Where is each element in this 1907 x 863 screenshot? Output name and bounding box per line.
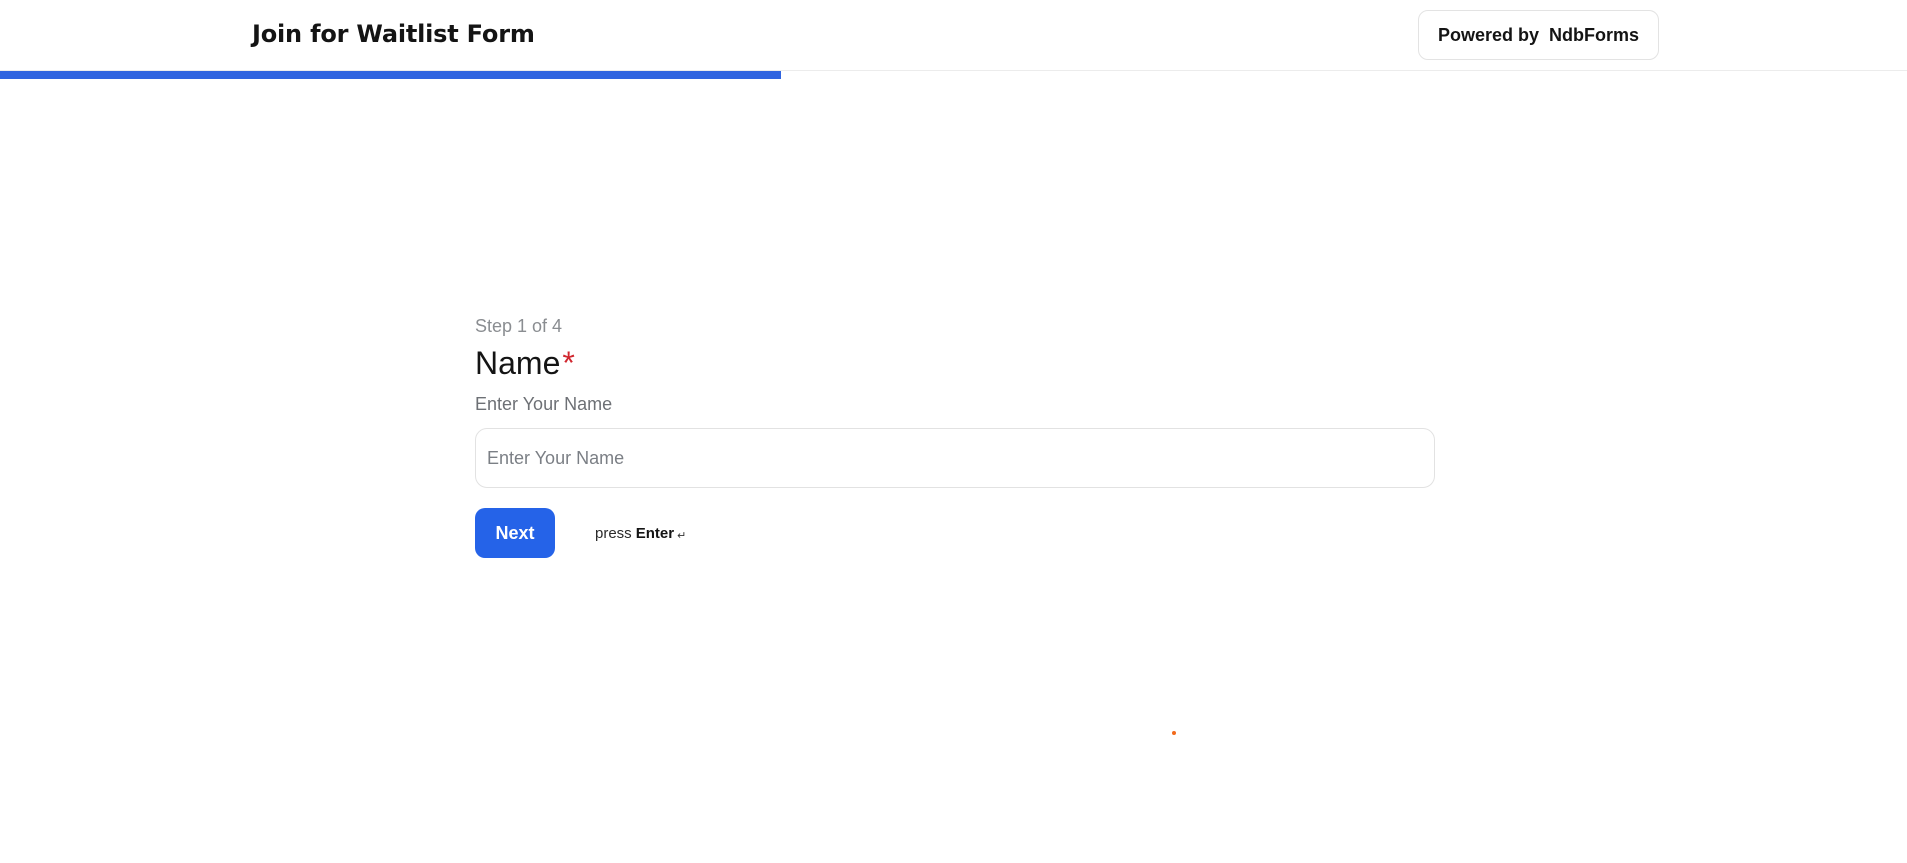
progress-bar-fill	[0, 71, 781, 79]
form-title: Join for Waitlist Form	[252, 20, 535, 48]
name-input[interactable]	[475, 428, 1435, 488]
question-section: Step 1 of 4 Name* Enter Your Name Next p…	[475, 316, 1435, 558]
keyboard-hint: press Enter ↵	[595, 525, 686, 542]
next-button[interactable]: Next	[475, 508, 555, 558]
question-description: Enter Your Name	[475, 394, 613, 414]
powered-by-button[interactable]: Powered by NdbForms	[1418, 10, 1659, 60]
powered-by-label: Powered by	[1437, 24, 1540, 45]
powered-by-brand: NdbForms	[1549, 24, 1640, 45]
progress-bar	[0, 71, 1907, 79]
hint-key: Enter	[635, 524, 675, 542]
enter-return-icon: ↵	[677, 529, 687, 542]
top-header: Join for Waitlist Form Powered by NdbFor…	[0, 0, 1907, 71]
form-page: Join for Waitlist Form Powered by NdbFor…	[0, 0, 1907, 863]
question-title: Name*	[475, 345, 1435, 382]
hint-prefix: press	[595, 524, 632, 542]
required-asterisk: *	[562, 345, 575, 381]
cursor-dot	[1172, 731, 1176, 735]
question-text: Name	[475, 345, 561, 381]
step-indicator: Step 1 of 4	[475, 316, 563, 336]
form-actions: Next press Enter ↵	[475, 508, 1435, 558]
